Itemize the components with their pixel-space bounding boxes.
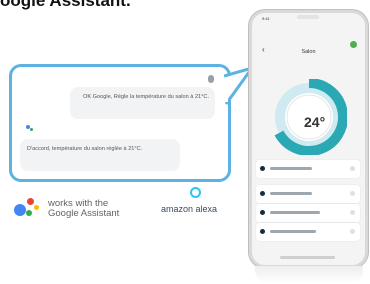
temperature-readout: 24° [304, 114, 326, 130]
toggle-icon[interactable] [350, 210, 355, 215]
headline: oogle Assistant. [0, 0, 131, 10]
device-icon [260, 210, 265, 215]
schedule-icon [260, 191, 265, 196]
phone-mockup: 9:41 ‹ Salon 24° [249, 10, 368, 268]
list-item[interactable] [256, 223, 360, 241]
amazon-alexa-label: amazon alexa [161, 204, 218, 214]
list-item[interactable] [256, 160, 360, 178]
home-indicator [280, 256, 335, 259]
toggle-icon[interactable] [350, 191, 355, 196]
settings-icon [260, 229, 265, 234]
assistant-chat-bubble: OK Google, Règle la température du salon… [9, 64, 231, 182]
google-assistant-mini-icon [26, 125, 36, 133]
list-item[interactable] [256, 185, 360, 203]
room-title: Salon [301, 49, 316, 55]
works-with-google-assistant-label: works with the Google Assistant [48, 198, 120, 219]
mode-icon [260, 166, 265, 171]
status-bar: 9:41 [252, 13, 365, 27]
user-message: OK Google, Règle la température du salon… [70, 87, 215, 119]
status-dot-icon[interactable] [350, 41, 357, 48]
toggle-icon[interactable] [350, 229, 355, 234]
status-time: 9:41 [262, 16, 270, 21]
camera-notch [297, 15, 319, 19]
microphone-icon [208, 75, 214, 83]
alexa-ring-icon [190, 187, 201, 198]
assistant-message: D'accord, température du salon réglée à … [20, 139, 180, 171]
toggle-icon[interactable] [350, 166, 355, 171]
phone-reflection [255, 266, 363, 284]
google-assistant-logo-icon [12, 196, 42, 222]
list-item[interactable] [256, 204, 360, 222]
